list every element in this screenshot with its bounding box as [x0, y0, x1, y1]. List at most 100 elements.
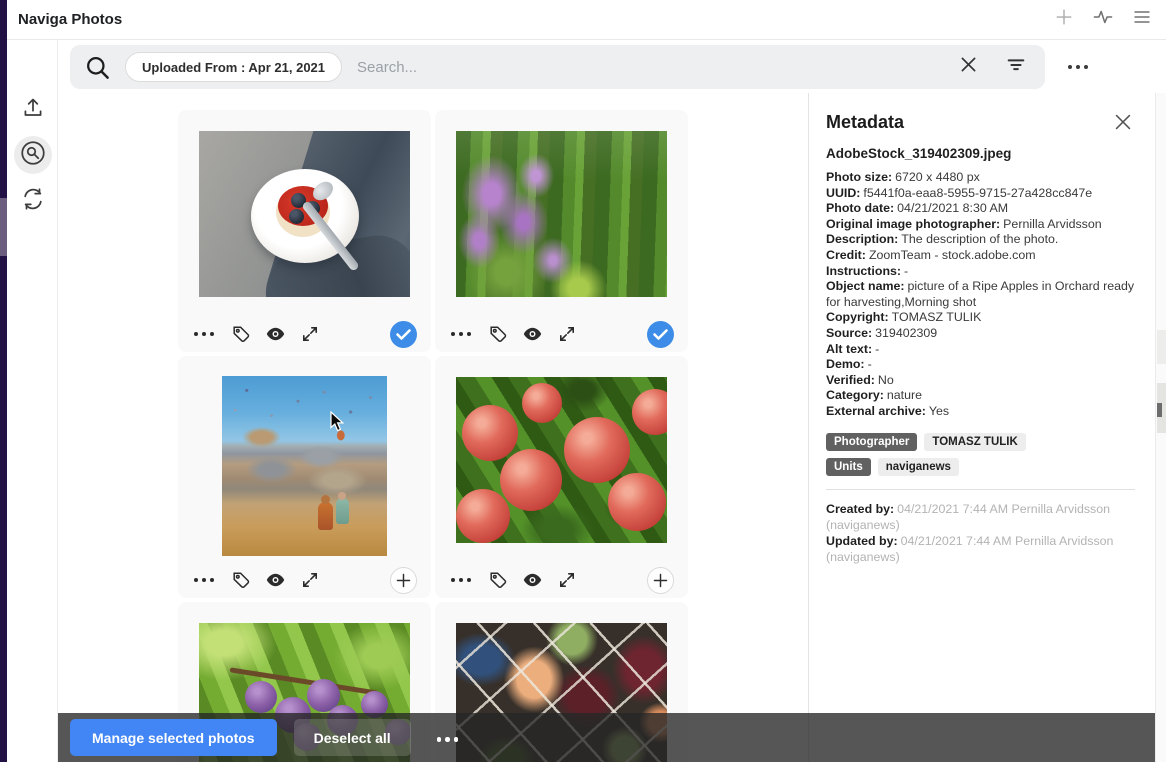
field-copyright: Copyright:TOMASZ TULIK [826, 310, 1135, 326]
card-actions [192, 320, 417, 348]
more-options-icon[interactable] [449, 332, 473, 336]
tag-icon[interactable] [232, 571, 250, 589]
panel-title: Metadata [826, 112, 904, 133]
filter-button[interactable] [999, 50, 1033, 84]
manage-selected-photos-button[interactable]: Manage selected photos [70, 719, 277, 756]
card-actions [449, 566, 674, 594]
close-icon [958, 54, 979, 80]
field-category: Category:nature [826, 388, 1135, 404]
naviga-photos-app: Naviga Photos Up [0, 0, 1166, 762]
expand-icon[interactable] [301, 571, 319, 589]
metadata-header: Metadata [826, 112, 1135, 136]
field-uuid: UUID:f5441f0a-eaa8-5955-9715-27a428cc847… [826, 186, 1135, 202]
refresh-icon [20, 186, 46, 217]
tag-key-badge: Photographer [826, 433, 917, 451]
preview-eye-icon[interactable] [266, 327, 285, 341]
hamburger-menu-icon [1132, 7, 1152, 32]
clear-search-button[interactable] [951, 50, 985, 84]
selection-more-button[interactable] [435, 729, 461, 747]
preview-eye-icon[interactable] [523, 327, 542, 341]
metadata-divider [826, 489, 1135, 490]
field-original-photographer: Original image photographer:Pernilla Arv… [826, 217, 1135, 233]
date-filter-chip[interactable]: Uploaded From : Apr 21, 2021 [125, 52, 342, 82]
add-button[interactable] [1050, 6, 1078, 34]
photo-thumbnail-cheesecake[interactable] [199, 131, 410, 297]
field-source: Source:319402309 [826, 326, 1135, 342]
more-options-icon[interactable] [192, 578, 216, 582]
expand-icon[interactable] [558, 571, 576, 589]
sidebar-item-refresh[interactable] [7, 183, 58, 219]
field-photo-date: Photo date:04/21/2021 8:30 AM [826, 201, 1135, 217]
field-alt-text: Alt text:- [826, 342, 1135, 358]
field-description: Description:The description of the photo… [826, 232, 1135, 248]
sidebar-item-upload[interactable] [7, 92, 58, 128]
tag-row-photographer: Photographer TOMASZ TULIK [826, 433, 1135, 451]
topbar-icons [1050, 6, 1156, 34]
selected-check-button[interactable] [390, 321, 417, 348]
search-box[interactable]: Uploaded From : Apr 21, 2021 Search... [70, 45, 1045, 89]
active-item-background [14, 136, 52, 174]
tag-icon[interactable] [232, 325, 250, 343]
search-input[interactable]: Search... [357, 59, 951, 76]
field-demo: Demo:- [826, 357, 1135, 373]
tag-icon[interactable] [489, 325, 507, 343]
selected-check-button[interactable] [647, 321, 674, 348]
tag-key-badge: Units [826, 458, 871, 476]
photo-filename: AdobeStock_319402309.jpeg [826, 146, 1135, 161]
field-photo-size: Photo size:6720 x 4480 px [826, 170, 1135, 186]
upload-icon [20, 95, 46, 126]
panel-scrollbar[interactable] [1155, 93, 1166, 762]
photo-thumbnail-lilac[interactable] [456, 131, 667, 297]
photo-card [178, 356, 431, 598]
left-sidebar [7, 40, 58, 762]
selection-action-bar: Manage selected photos Deselect all [58, 713, 1155, 762]
updated-by-line: Updated by:04/21/2021 7:44 AM Pernilla A… [826, 533, 1135, 565]
left-edge-strip [0, 0, 7, 762]
sidebar-item-search[interactable] [7, 135, 58, 175]
search-row: Uploaded From : Apr 21, 2021 Search... [58, 40, 1166, 93]
more-options-icon[interactable] [192, 332, 216, 336]
field-object-name: Object name:picture of a Ripe Apples in … [826, 279, 1135, 310]
audit-info: Created by:04/21/2021 7:44 AM Pernilla A… [826, 501, 1135, 565]
tag-row-units: Units naviganews [826, 458, 1135, 476]
search-icon [84, 54, 111, 81]
photo-thumbnail-apples[interactable] [456, 377, 667, 543]
scrollbar-thumb[interactable] [1157, 403, 1162, 417]
close-icon [1112, 111, 1134, 138]
metadata-panel: Metadata AdobeStock_319402309.jpeg Photo… [809, 93, 1155, 762]
filter-icon [1005, 54, 1027, 81]
scrollbar-block [1157, 330, 1166, 364]
photo-thumbnail-balloons[interactable] [222, 376, 387, 556]
plus-icon [1053, 6, 1075, 33]
created-by-line: Created by:04/21/2021 7:44 AM Pernilla A… [826, 501, 1135, 533]
expand-icon[interactable] [301, 325, 319, 343]
card-actions [192, 566, 417, 594]
field-credit: Credit:ZoomTeam - stock.adobe.com [826, 248, 1135, 264]
search-more-button[interactable] [1056, 52, 1100, 82]
search-circle-icon [18, 138, 48, 173]
app-title: Naviga Photos [18, 11, 122, 28]
field-instructions: Instructions:- [826, 264, 1135, 280]
more-options-icon[interactable] [449, 578, 473, 582]
tag-icon[interactable] [489, 571, 507, 589]
field-external-archive: External archive:Yes [826, 404, 1135, 420]
field-verified: Verified:No [826, 373, 1135, 389]
photo-card [435, 110, 688, 352]
deselect-all-button[interactable]: Deselect all [294, 719, 411, 756]
metadata-tags: Photographer TOMASZ TULIK Units navigane… [826, 433, 1135, 476]
add-to-selection-button[interactable] [390, 567, 417, 594]
edge-strip-highlight [0, 198, 7, 256]
activity-icon [1092, 6, 1114, 33]
close-panel-button[interactable] [1111, 112, 1135, 136]
preview-eye-icon[interactable] [523, 573, 542, 587]
card-actions [449, 320, 674, 348]
photo-card [178, 110, 431, 352]
preview-eye-icon[interactable] [266, 573, 285, 587]
add-to-selection-button[interactable] [647, 567, 674, 594]
expand-icon[interactable] [558, 325, 576, 343]
photo-card [435, 356, 688, 598]
menu-button[interactable] [1128, 6, 1156, 34]
activity-button[interactable] [1089, 6, 1117, 34]
tag-value-badge: TOMASZ TULIK [924, 433, 1025, 451]
tag-value-badge: naviganews [878, 458, 959, 476]
